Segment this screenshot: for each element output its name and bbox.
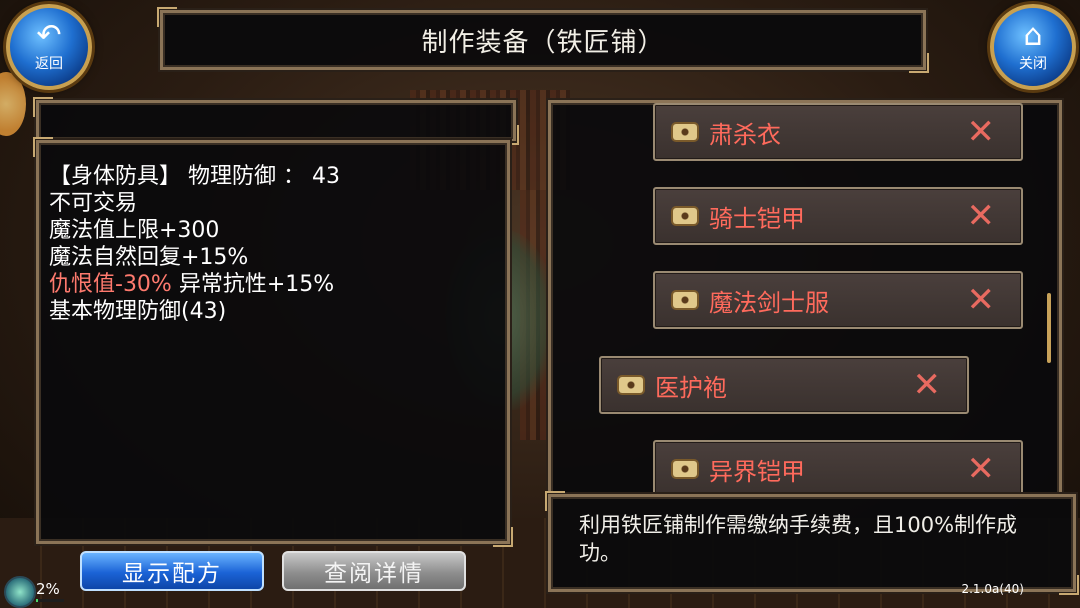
recipe-list-panel: 肃杀衣 ✕ 骑士铠甲 ✕ 魔法剑士服 ✕ 医护袍 ✕ 异界铠甲 ✕: [548, 100, 1062, 498]
item-stats: 【身体防具】 物理防御 ： 43 不可交易 魔法值上限+300 魔法自然回复+1…: [49, 163, 340, 325]
recipe-name: 肃杀衣: [709, 120, 781, 149]
show-recipe-button[interactable]: 显示配方: [80, 551, 264, 591]
item-header-panel: [33, 97, 519, 145]
progress-bar-fill: [36, 599, 39, 602]
scroll-icon: [673, 208, 697, 224]
scrollbar[interactable]: [1047, 293, 1051, 363]
info-message-panel: 利用铁匠铺制作需缴纳手续费，且100%制作成功。: [545, 491, 1079, 595]
stat-resist: 异常抗性+15%: [171, 272, 335, 297]
recipe-item-selected[interactable]: 医护袍 ✕: [599, 356, 969, 414]
recipe-item[interactable]: 异界铠甲 ✕: [653, 440, 1023, 495]
progress-bar: [36, 599, 64, 602]
home-icon: ⌂: [1023, 18, 1043, 53]
stat-hate: 仇恨值-30%: [49, 272, 172, 297]
view-details-button[interactable]: 查阅详情: [282, 551, 466, 591]
recipe-item[interactable]: 骑士铠甲 ✕: [653, 187, 1023, 245]
title-bar: 制作装备（铁匠铺）: [157, 7, 929, 73]
recipe-name: 异界铠甲: [709, 457, 805, 486]
stat-line-base-defense: 基本物理防御(43): [49, 299, 227, 324]
stat-line-hate-resist: 仇恨值-30% 异常抗性+15%: [49, 271, 340, 298]
glow-orb-decoration: [0, 72, 26, 136]
item-stats-panel: 【身体防具】 物理防御 ： 43 不可交易 魔法值上限+300 魔法自然回复+1…: [33, 137, 513, 547]
scroll-icon: [673, 461, 697, 477]
status-orb-icon: [4, 576, 36, 608]
progress-percent: 2%: [36, 580, 60, 598]
scroll-icon: [673, 124, 697, 140]
scroll-icon: [619, 377, 643, 393]
scroll-icon: [673, 292, 697, 308]
back-button[interactable]: ↶ 返回: [6, 4, 92, 90]
recipe-item[interactable]: 肃杀衣 ✕: [653, 103, 1023, 161]
cross-mark-icon: ✕: [966, 280, 996, 320]
recipe-item[interactable]: 魔法剑士服 ✕: [653, 271, 1023, 329]
stat-line-mp-regen: 魔法自然回复+15%: [49, 245, 249, 270]
close-button-label: 关闭: [1019, 56, 1047, 72]
cross-mark-icon: ✕: [912, 365, 942, 405]
cross-mark-icon: ✕: [966, 449, 996, 489]
stat-line-type-defense: 【身体防具】 物理防御 ： 43: [49, 164, 340, 189]
back-arrow-icon: ↶: [36, 18, 62, 53]
recipe-name: 魔法剑士服: [709, 288, 829, 317]
stat-line-untradable: 不可交易: [49, 191, 138, 216]
back-button-label: 返回: [35, 56, 63, 72]
cross-mark-icon: ✕: [966, 112, 996, 152]
recipe-name: 骑士铠甲: [709, 204, 805, 233]
close-button[interactable]: ⌂ 关闭: [990, 4, 1076, 90]
stat-line-mp-max: 魔法值上限+300: [49, 218, 220, 243]
version-label: 2.1.0a(40): [961, 582, 1024, 596]
page-title: 制作装备（铁匠铺）: [421, 27, 665, 58]
info-message: 利用铁匠铺制作需缴纳手续费，且100%制作成功。: [579, 513, 1018, 565]
cross-mark-icon: ✕: [966, 196, 996, 236]
recipe-name: 医护袍: [655, 373, 727, 402]
